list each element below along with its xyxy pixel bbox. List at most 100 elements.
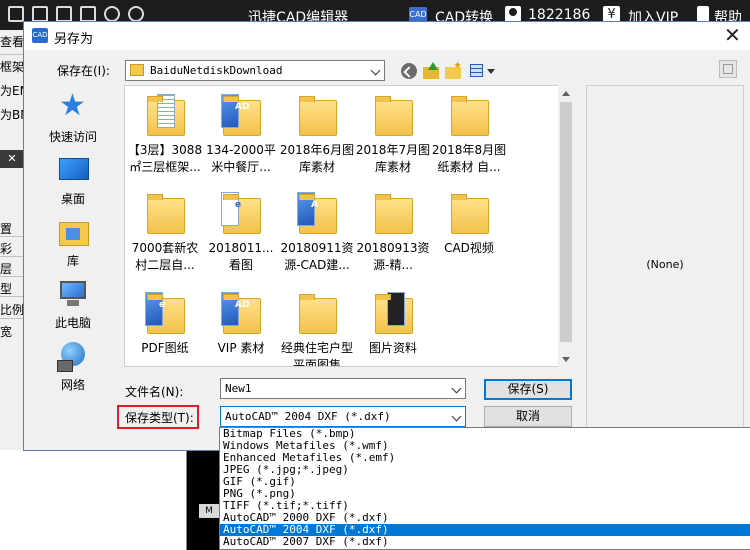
left-item-emf[interactable]: 为EM	[0, 82, 24, 99]
list-item[interactable]: 经典住宅户型平面图集	[279, 292, 355, 367]
drawing-canvas[interactable]	[186, 450, 221, 550]
scroll-thumb[interactable]	[560, 102, 572, 342]
list-item[interactable]: e PDF图纸	[127, 292, 203, 357]
view-menu-icon[interactable]	[470, 62, 496, 80]
file-label: 2018年7月图库素材	[355, 143, 431, 174]
chevron-down-icon	[370, 65, 381, 76]
filetype-option[interactable]: GIF (*.gif)	[220, 476, 750, 488]
preview-none-text: (None)	[646, 258, 684, 271]
new-folder-icon[interactable]	[444, 59, 462, 80]
list-item[interactable]: 图片资料	[355, 292, 431, 357]
folder-icon	[373, 192, 413, 238]
tools-icon[interactable]	[719, 60, 737, 78]
save-file-icon[interactable]	[56, 6, 72, 22]
filetype-label: 保存类型(T):	[125, 411, 194, 425]
place-this-pc[interactable]: 此电脑	[36, 278, 110, 331]
quick-access-star-icon	[57, 88, 89, 124]
file-label: 【3层】3088㎡三层框架...	[127, 143, 203, 174]
list-item[interactable]: AD 134-2000平米中餐厅...	[203, 94, 279, 176]
chevron-down-icon[interactable]	[451, 383, 462, 394]
folder-icon	[145, 192, 185, 238]
filetype-combo[interactable]: AutoCAD™ 2004 DXF (*.dxf)	[220, 406, 466, 427]
file-label: 7000套新农村二层自...	[131, 241, 199, 272]
list-item[interactable]: A 20180911资源-CAD建...	[279, 192, 355, 274]
prop-position: 置	[0, 222, 13, 236]
dialog-title: 另存为	[54, 32, 94, 47]
prop-linetype: 型	[0, 282, 13, 296]
folder-icon	[297, 94, 337, 140]
save-in-combo[interactable]: BaiduNetdiskDownload	[125, 60, 385, 81]
list-item[interactable]: e 2018011...看图	[203, 192, 279, 274]
file-label: 134-2000平米中餐厅...	[206, 143, 276, 174]
undo-icon[interactable]	[104, 6, 120, 22]
list-item[interactable]: 7000套新农村二层自...	[127, 192, 203, 274]
print-icon[interactable]	[80, 6, 96, 22]
places-bar: 快速访问 桌面 库 此电脑 网络	[36, 82, 110, 402]
cancel-button[interactable]: 取消	[484, 406, 572, 427]
desktop-icon	[57, 154, 89, 186]
filetype-option[interactable]: AutoCAD™ 2007 DXF (*.dxf)	[220, 536, 750, 548]
chevron-down-icon[interactable]	[451, 411, 462, 422]
prop-layer: 层	[0, 262, 13, 276]
panel-close-icon[interactable]: ✕	[0, 150, 24, 168]
place-quick-access[interactable]: 快速访问	[36, 88, 110, 145]
up-folder-icon[interactable]	[422, 62, 440, 80]
folder-icon	[373, 292, 413, 338]
list-item[interactable]: 2018年6月图库素材	[279, 94, 355, 176]
list-item[interactable]: 20180913资源-精...	[355, 192, 431, 274]
file-label: 2018011...看图	[208, 241, 274, 272]
file-label: 2018年8月图纸素材 自...	[431, 143, 507, 174]
save-in-label: 保存在(I):	[57, 64, 110, 78]
list-item[interactable]: 2018年7月图库素材	[355, 94, 431, 176]
list-item[interactable]: 2018年8月图纸素材 自...	[431, 94, 507, 176]
folder-icon	[297, 292, 337, 338]
file-list[interactable]: 【3层】3088㎡三层框架... AD 134-2000平米中餐厅... 201…	[124, 85, 574, 367]
open-file-icon[interactable]	[32, 6, 48, 22]
place-network[interactable]: 网络	[36, 340, 110, 393]
back-icon[interactable]	[400, 62, 418, 80]
cad-convert-icon[interactable]: CAD	[409, 7, 427, 22]
menu-view[interactable]: 查看	[0, 33, 24, 50]
folder-icon	[373, 94, 413, 140]
quick-toolbar	[8, 6, 144, 22]
prop-color: 彩	[0, 242, 13, 256]
folder-icon	[130, 64, 144, 76]
place-label: 网络	[60, 378, 85, 392]
list-item[interactable]: CAD视频	[431, 192, 507, 257]
file-label: CAD视频	[444, 241, 494, 255]
prop-scale: 比例	[0, 303, 24, 317]
list-item[interactable]: 【3层】3088㎡三层框架...	[127, 94, 203, 176]
dialog-titlebar: CAD 另存为 ✕	[24, 22, 750, 50]
file-label: 图片资料	[368, 341, 417, 355]
folder-icon	[145, 94, 185, 140]
scroll-down-icon[interactable]	[562, 357, 570, 362]
place-library[interactable]: 库	[36, 216, 110, 269]
filename-combo[interactable]: New1	[220, 378, 466, 399]
list-item[interactable]: AD VIP 素材	[203, 292, 279, 357]
prop-width: 宽	[0, 325, 13, 339]
folder-icon: e	[221, 192, 261, 238]
folder-icon: AD	[221, 292, 261, 338]
left-item-bmp[interactable]: 为BM	[0, 106, 24, 123]
file-label: 经典住宅户型平面图集	[280, 341, 353, 367]
file-list-scrollbar[interactable]	[558, 85, 574, 367]
folder-icon: A	[297, 192, 337, 238]
new-file-icon[interactable]	[8, 6, 24, 22]
app-drawing-area: M	[0, 450, 221, 550]
place-label: 快速访问	[48, 130, 97, 144]
save-button[interactable]: 保存(S)	[484, 379, 572, 400]
file-label: 20180913资源-精...	[356, 241, 430, 272]
filename-input[interactable]: New1	[225, 382, 252, 395]
filetype-dropdown-list[interactable]: Bitmap Files (*.bmp) Windows Metafiles (…	[219, 427, 750, 550]
folder-icon	[449, 192, 489, 238]
place-desktop[interactable]: 桌面	[36, 154, 110, 207]
save-in-value: BaiduNetdiskDownload	[150, 64, 283, 77]
app-left-panel: 查看 框架 为EM 为BM ✕ 置 彩 层 型 比例 宽	[0, 30, 25, 450]
filetype-option[interactable]: JPEG (*.jpg;*.jpeg)	[220, 464, 750, 476]
scroll-up-icon[interactable]	[562, 91, 570, 96]
redo-icon[interactable]	[128, 6, 144, 22]
model-tab[interactable]: M	[199, 504, 219, 518]
file-label: PDF图纸	[141, 341, 189, 355]
left-item-frame[interactable]: 框架	[0, 58, 24, 75]
close-icon[interactable]: ✕	[724, 24, 741, 46]
